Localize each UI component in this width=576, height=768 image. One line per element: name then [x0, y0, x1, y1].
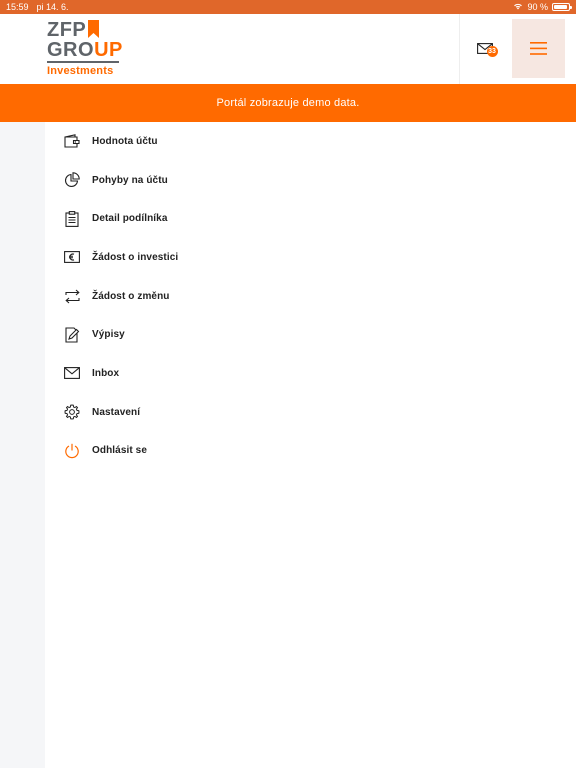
menu-item-label: Výpisy	[92, 329, 125, 341]
zfp-group-logo[interactable]: ZFP GROUP Investments	[47, 20, 122, 80]
logo-zfp: ZFP	[47, 19, 87, 41]
inbox-button[interactable]: 33	[459, 14, 511, 84]
hamburger-icon	[530, 42, 547, 55]
envelope-icon	[63, 364, 81, 382]
menu-item-label: Pohyby na účtu	[92, 174, 168, 186]
left-sidebar-strip	[0, 122, 45, 768]
menu-item-shareholder-detail[interactable]: Detail podílníka	[45, 199, 576, 238]
logo-investments: Investments	[47, 65, 114, 77]
logo-divider	[47, 61, 119, 63]
gear-icon	[63, 403, 81, 421]
wifi-icon	[513, 2, 523, 12]
power-icon	[63, 442, 81, 460]
demo-data-banner: Portál zobrazuje demo data.	[0, 84, 576, 122]
status-bar: 15:59 pi 14. 6. 90 %	[0, 0, 576, 14]
logo-up: UP	[94, 39, 123, 61]
inbox-badge: 33	[486, 45, 498, 57]
menu-item-label: Žádost o investici	[92, 251, 179, 263]
battery-percent: 90 %	[527, 2, 548, 12]
navigation-menu: Hodnota účtu Pohyby na účtu Detail podíl…	[45, 122, 576, 470]
menu-item-settings[interactable]: Nastavení	[45, 393, 576, 432]
menu-item-change-request[interactable]: Žádost o změnu	[45, 277, 576, 316]
menu-item-account-value[interactable]: Hodnota účtu	[45, 122, 576, 161]
logo-gro: GRO	[47, 39, 95, 61]
menu-item-inbox[interactable]: Inbox	[45, 354, 576, 393]
clipboard-icon	[63, 210, 81, 228]
menu-item-label: Inbox	[92, 367, 120, 379]
menu-item-label: Detail podílníka	[92, 213, 168, 225]
hamburger-menu-button[interactable]	[512, 19, 565, 78]
status-time: 15:59	[6, 2, 29, 12]
menu-item-label: Hodnota účtu	[92, 135, 158, 147]
app-header: ZFP GROUP Investments 33	[0, 14, 576, 84]
menu-item-label: Odhlásit se	[92, 445, 148, 457]
exchange-arrows-icon	[63, 287, 81, 305]
logo-flag-icon	[88, 20, 100, 38]
menu-item-label: Žádost o změnu	[92, 290, 170, 302]
menu-item-investment-request[interactable]: Žádost o investici	[45, 238, 576, 277]
menu-item-statements[interactable]: Výpisy	[45, 315, 576, 354]
battery-icon	[552, 3, 572, 11]
document-edit-icon	[63, 326, 81, 344]
menu-item-account-movements[interactable]: Pohyby na účtu	[45, 161, 576, 200]
menu-item-logout[interactable]: Odhlásit se	[45, 432, 576, 471]
wallet-icon	[63, 132, 81, 150]
menu-item-label: Nastavení	[92, 406, 141, 418]
pie-chart-icon	[63, 171, 81, 189]
banner-text: Portál zobrazuje demo data.	[216, 97, 360, 109]
status-date: pi 14. 6.	[36, 2, 69, 12]
euro-card-icon	[63, 248, 81, 266]
